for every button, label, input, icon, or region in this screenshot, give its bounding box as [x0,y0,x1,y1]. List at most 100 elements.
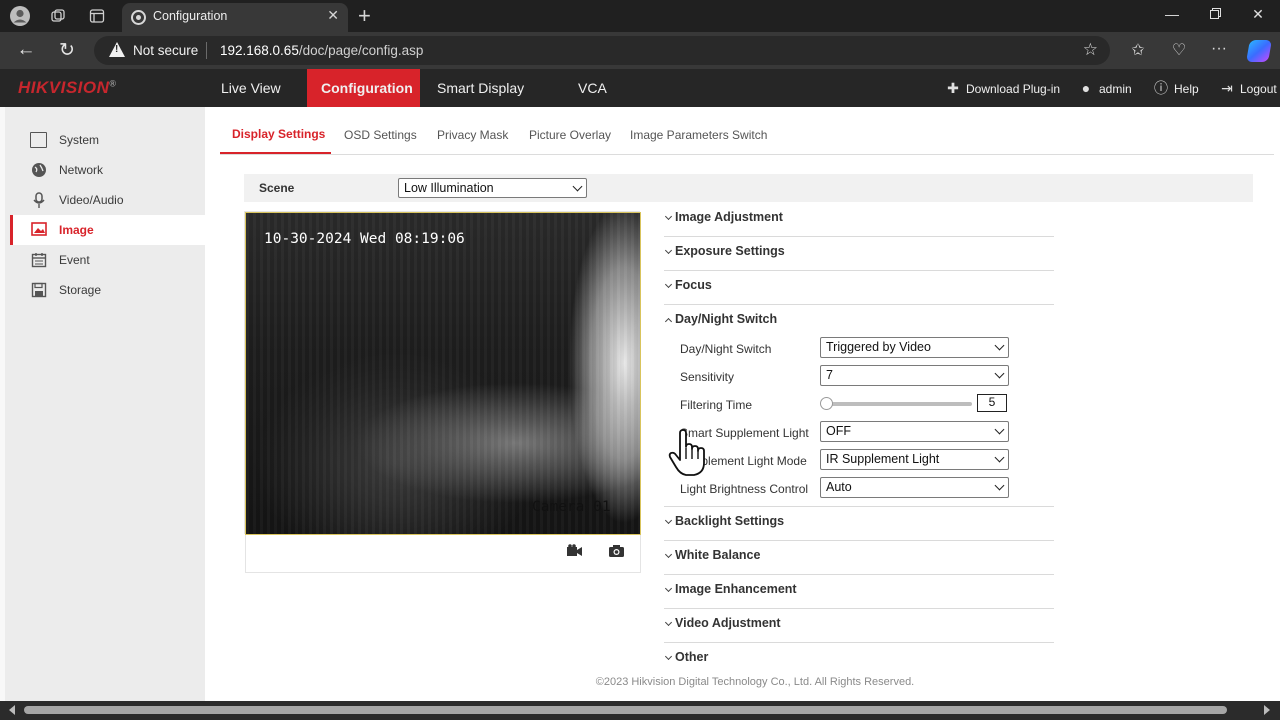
more-menu-icon[interactable]: ··· [1208,40,1230,58]
workspaces-icon[interactable] [47,5,69,27]
live-preview: 10-30-2024 Wed 08:19:06 Camera 01 [244,211,641,573]
capture-snapshot-icon[interactable] [607,544,625,560]
chevron-down-icon [664,652,673,661]
section-white-balance[interactable]: White Balance [664,541,1054,575]
tab-privacy-mask[interactable]: Privacy Mask [437,128,508,142]
tab-osd-settings[interactable]: OSD Settings [344,128,417,142]
chevron-down-icon [994,480,1005,491]
nav-smart-display[interactable]: Smart Display [423,69,538,107]
field-sensitivity: Sensitivity 7 [680,365,1010,387]
favorites-icon[interactable]: ✩ [1127,40,1149,60]
back-icon[interactable]: ← [14,39,38,61]
url-text[interactable]: 192.168.0.65/doc/page/config.asp [220,43,423,58]
section-backlight-settings[interactable]: Backlight Settings [664,507,1054,541]
user-menu[interactable]: ● admin [1077,69,1132,107]
section-video-adjustment[interactable]: Video Adjustment [664,609,1054,643]
logout-link[interactable]: ⇥ Logout [1218,69,1277,107]
scroll-right-icon[interactable] [1264,705,1270,715]
sidebar-item-image[interactable]: Image [10,215,205,245]
url-field[interactable]: Not secure 192.168.0.65/doc/page/config.… [94,36,1110,65]
scene-row: Scene Low Illumination [244,174,1253,202]
sidebar-item-label: Network [59,163,104,177]
sidebar-item-network[interactable]: Network [10,155,205,185]
section-other[interactable]: Other [664,643,1054,677]
osd-camera-name: Camera 01 [532,499,611,515]
sidebar-item-event[interactable]: Event [10,245,205,275]
hand-pointer-cursor [668,429,708,477]
tab-image-parameters-switch[interactable]: Image Parameters Switch [630,128,767,142]
scene-select-value: Low Illumination [404,181,494,195]
scrollbar-thumb[interactable] [24,706,1227,714]
chevron-down-icon [994,424,1005,435]
day-night-switch-select[interactable]: Triggered by Video [820,337,1009,358]
sensitivity-select[interactable]: 7 [820,365,1009,386]
warning-icon [109,42,125,57]
record-video-icon[interactable] [565,544,583,560]
supplement-light-mode-select[interactable]: IR Supplement Light [820,449,1009,470]
logout-icon: ⇥ [1221,80,1233,96]
section-image-enhancement[interactable]: Image Enhancement [664,575,1054,609]
sidebar-item-video-audio[interactable]: Video/Audio [10,185,205,215]
chevron-down-icon [664,280,673,289]
field-supplement-light-mode: Supplement Light Mode IR Supplement Ligh… [680,449,1010,471]
security-label[interactable]: Not secure [133,43,198,58]
browser-essentials-icon[interactable]: ♡ [1168,40,1190,60]
nav-configuration[interactable]: Configuration [307,69,420,107]
restore-icon[interactable] [1205,6,1225,22]
filtering-time-slider-handle[interactable] [820,397,833,410]
chevron-down-icon [664,618,673,627]
light-brightness-control-select[interactable]: Auto [820,477,1009,498]
scene-select[interactable]: Low Illumination [398,178,587,198]
section-focus[interactable]: Focus [664,271,1054,305]
sidebar: System Network Video/Audio Image Event S… [0,107,205,701]
sidebar-item-label: Image [59,223,94,237]
section-exposure-settings[interactable]: Exposure Settings [664,237,1054,271]
preview-toolbar [245,535,641,573]
new-tab-icon[interactable]: + [358,3,371,29]
osd-timestamp: 10-30-2024 Wed 08:19:06 [264,231,465,247]
sidebar-item-label: Storage [59,283,102,297]
scene-label: Scene [259,181,295,195]
tab-picture-overlay[interactable]: Picture Overlay [529,128,611,142]
sidebar-item-storage[interactable]: Storage [10,275,205,305]
light-brightness-control-label: Light Brightness Control [680,482,809,496]
tab-display-settings[interactable]: Display Settings [232,127,325,141]
url-host: 192.168.0.65 [220,43,299,58]
video-feed[interactable]: 10-30-2024 Wed 08:19:06 Camera 01 [245,212,641,535]
profile-icon[interactable] [9,5,31,27]
browser-tab[interactable]: Configuration ✕ [122,3,348,32]
scroll-left-icon[interactable] [9,705,15,715]
nav-live-view[interactable]: Live View [207,69,295,107]
nav-vca[interactable]: VCA [564,69,621,107]
help-link[interactable]: ⓘ Help [1152,69,1199,107]
sidebar-item-system[interactable]: System [10,125,205,155]
browser-tab-bar: Configuration ✕ + — ✕ [0,0,1280,32]
section-image-adjustment[interactable]: Image Adjustment [664,203,1054,237]
sidebar-item-label: Video/Audio [59,193,124,207]
user-icon: ● [1081,80,1091,96]
favorite-star-icon[interactable]: ☆ [1083,40,1098,60]
address-bar-row: ← ↻ Not secure 192.168.0.65/doc/page/con… [0,32,1280,69]
close-tab-icon[interactable]: ✕ [327,7,339,24]
download-plugin-link[interactable]: ✚ Download Plug-in [944,69,1060,107]
field-day-night-switch: Day/Night Switch Triggered by Video [680,337,1010,359]
tab-actions-icon[interactable] [86,5,108,27]
field-light-brightness-control: Light Brightness Control Auto [680,477,1010,499]
active-tab-underline [220,152,331,154]
copyright-footer: ©2023 Hikvision Digital Technology Co., … [595,676,915,688]
tab-title: Configuration [153,9,228,23]
filtering-time-input[interactable]: 5 [977,394,1007,412]
minimize-icon[interactable]: — [1162,6,1182,22]
horizontal-scrollbar[interactable] [0,701,1280,720]
info-icon: ⓘ [1154,80,1168,96]
close-window-icon[interactable]: ✕ [1248,6,1268,23]
field-smart-supplement-light: Smart Supplement Light OFF [680,421,1010,443]
smart-supplement-light-select[interactable]: OFF [820,421,1009,442]
reload-icon[interactable]: ↻ [55,39,79,62]
monitor-icon [30,132,47,148]
globe-icon [30,162,47,178]
camera-favicon-icon [131,10,146,25]
filtering-time-slider-track[interactable] [826,402,972,406]
chevron-up-icon [664,317,673,326]
sidebar-item-label: System [59,133,100,147]
